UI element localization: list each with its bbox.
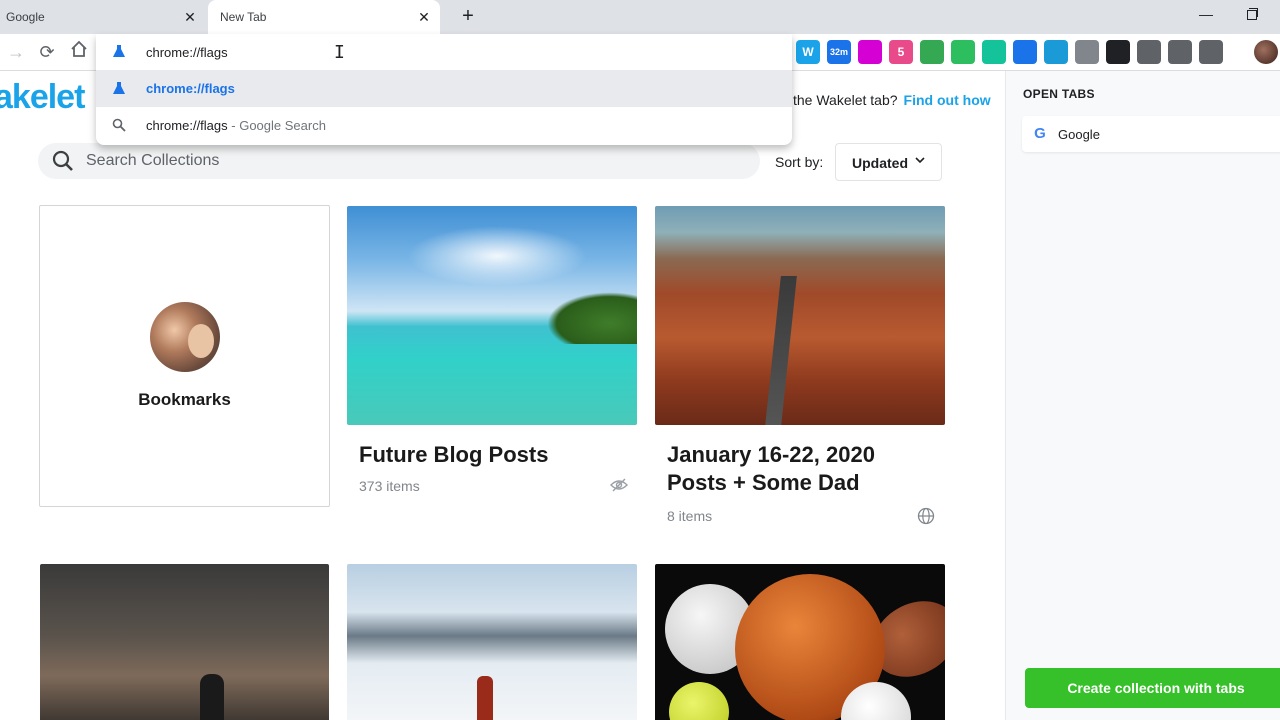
search-placeholder: Search Collections: [86, 152, 220, 169]
forward-arrow-icon[interactable]: →: [4, 40, 28, 64]
profile-avatar[interactable]: [1254, 40, 1278, 64]
screen-icon[interactable]: [1137, 40, 1161, 64]
flask-icon: [112, 81, 126, 100]
open-tab-title: Google: [1058, 127, 1100, 142]
road-shape: [765, 276, 797, 425]
search-icon: [52, 150, 74, 177]
reload-icon[interactable]: ⟳: [35, 40, 59, 64]
camera-icon[interactable]: [1044, 40, 1068, 64]
omnibox-suggestion-search[interactable]: chrome://flags - Google Search: [96, 107, 792, 144]
square-icon[interactable]: [858, 40, 882, 64]
collection-item-count: 8 items: [667, 508, 713, 524]
search-collections-input[interactable]: Search Collections: [38, 143, 760, 179]
cloud-shape: [407, 226, 587, 286]
tab-new-tab[interactable]: New Tab ✕: [208, 0, 440, 34]
omnibox-text[interactable]: chrome://flags: [146, 45, 228, 60]
wakelet-w-icon[interactable]: W: [796, 40, 820, 64]
omnibox-input[interactable]: chrome://flags I: [96, 34, 792, 70]
minimize-icon[interactable]: —: [1196, 6, 1216, 24]
sort-label: Sort by:: [775, 154, 824, 170]
sort-dropdown[interactable]: Updated: [835, 143, 942, 181]
collection-title[interactable]: Future Blog Posts: [359, 441, 619, 469]
tab-title: New Tab: [220, 10, 267, 24]
eye-hidden-icon[interactable]: [610, 478, 628, 497]
panel-title: OPEN TABS: [1023, 87, 1095, 101]
promo-text: the Wakelet tab?: [793, 92, 898, 108]
flask-icon: [112, 44, 126, 63]
gear-ext-icon[interactable]: [1199, 40, 1223, 64]
tab-title: Google: [6, 10, 45, 24]
globe-icon[interactable]: [917, 507, 935, 530]
pencil-icon[interactable]: [1013, 40, 1037, 64]
document-icon[interactable]: [1075, 40, 1099, 64]
promo-banner: the Wakelet tab? Find out how: [793, 92, 991, 108]
chevron-down-icon: [914, 154, 926, 169]
grammar-icon[interactable]: [982, 40, 1006, 64]
collection-cover-image[interactable]: [347, 564, 637, 720]
stats-32m-icon[interactable]: 32m: [827, 40, 851, 64]
collection-cover-image[interactable]: [655, 564, 945, 720]
google-icon: G: [1034, 125, 1046, 142]
tab-strip: Google ✕ New Tab ✕ + —: [0, 0, 1280, 34]
create-collection-button[interactable]: Create collection with tabs: [1025, 668, 1280, 708]
evernote-icon[interactable]: [951, 40, 975, 64]
search-icon: [112, 118, 126, 137]
collection-cover-image[interactable]: [347, 206, 637, 425]
y-icon[interactable]: [1168, 40, 1192, 64]
collection-title: Bookmarks: [138, 390, 231, 409]
umbrella-figure-shape: [200, 674, 224, 720]
extensions-row: W 32m 5: [796, 40, 1223, 66]
omnibox-dropdown: chrome://flags I chrome://flags chrome:/…: [96, 34, 792, 145]
close-icon[interactable]: ✕: [416, 9, 432, 25]
tab-google[interactable]: Google ✕: [0, 0, 206, 34]
suggestion-suffix: - Google Search: [227, 118, 326, 133]
b-icon[interactable]: [1106, 40, 1130, 64]
tennis-ball-shape: [669, 682, 729, 720]
collection-cover-image[interactable]: [40, 564, 329, 720]
avatar: [150, 302, 220, 372]
wakelet-logo[interactable]: akelet: [0, 78, 85, 117]
puzzle-5-icon[interactable]: 5: [889, 40, 913, 64]
find-out-how-link[interactable]: Find out how: [904, 92, 991, 108]
home-icon[interactable]: [67, 40, 91, 64]
open-tab-item[interactable]: G Google: [1022, 116, 1280, 152]
collection-cover-image[interactable]: [655, 206, 945, 425]
suggestion-label: chrome://flags: [146, 81, 235, 96]
hiker-shape: [477, 676, 493, 720]
island-shape: [547, 292, 637, 344]
new-tab-plus-icon[interactable]: +: [458, 6, 478, 26]
collection-item-count: 373 items: [359, 478, 420, 494]
green-box-icon[interactable]: [920, 40, 944, 64]
omnibox-suggestion-flags[interactable]: chrome://flags: [96, 70, 792, 107]
open-tabs-panel: OPEN TABS G Google Create collection wit…: [1005, 71, 1280, 720]
suggestion-label: chrome://flags - Google Search: [146, 118, 326, 133]
text-cursor-icon: I: [334, 42, 345, 63]
sort-value: Updated: [852, 155, 908, 171]
close-icon[interactable]: ✕: [182, 9, 198, 25]
suggestion-query: chrome://flags: [146, 118, 228, 133]
collection-card-bookmarks[interactable]: Bookmarks: [39, 205, 330, 507]
restore-icon[interactable]: [1242, 6, 1262, 24]
collection-title[interactable]: January 16-22, 2020 Posts + Some Dad: [667, 441, 937, 497]
